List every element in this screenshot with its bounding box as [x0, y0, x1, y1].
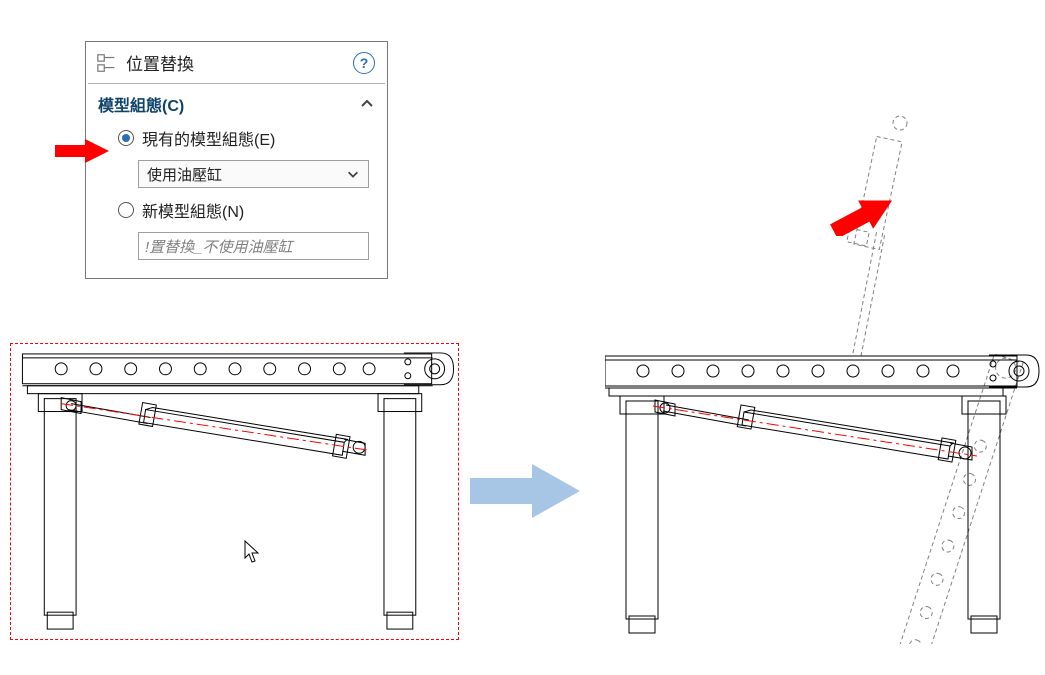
chevron-down-icon [346, 167, 360, 181]
radio-icon [118, 130, 134, 146]
transition-arrow-icon [470, 464, 580, 518]
diagram-before [10, 343, 459, 640]
panel-title: 位置替換 [126, 50, 345, 75]
chevron-up-icon [359, 96, 375, 112]
dropdown-value: 使用油壓缸 [147, 164, 346, 185]
callout-arrow-icon [830, 196, 896, 236]
cursor-icon [244, 540, 262, 564]
radio-existing-config[interactable]: 現有的模型組態(E) [98, 122, 375, 154]
radio-new-config[interactable]: 新模型組態(N) [98, 194, 375, 226]
input-placeholder: !置替換_不使用油壓缸 [145, 236, 293, 257]
configuration-section: 模型組態(C) 現有的模型組態(E) 使用油壓缸 新模型組態(N) !置替換_不… [88, 84, 385, 276]
callout-arrow-icon [55, 139, 109, 163]
new-config-name-field[interactable]: !置替換_不使用油壓缸 [138, 232, 369, 260]
property-panel: 位置替換 ? 模型組態(C) 現有的模型組態(E) 使用油壓缸 新模型組態(N)… [85, 41, 388, 279]
diagram-after [605, 8, 1041, 644]
section-title: 模型組態(C) [98, 92, 184, 116]
radio-new-label: 新模型組態(N) [142, 198, 244, 222]
config-dropdown[interactable]: 使用油壓缸 [138, 160, 369, 188]
feature-icon [96, 52, 118, 74]
radio-icon [118, 202, 134, 218]
radio-existing-label: 現有的模型組態(E) [142, 126, 275, 150]
section-header[interactable]: 模型組態(C) [98, 88, 375, 122]
help-button[interactable]: ? [353, 52, 375, 74]
panel-header: 位置替換 ? [88, 44, 385, 84]
